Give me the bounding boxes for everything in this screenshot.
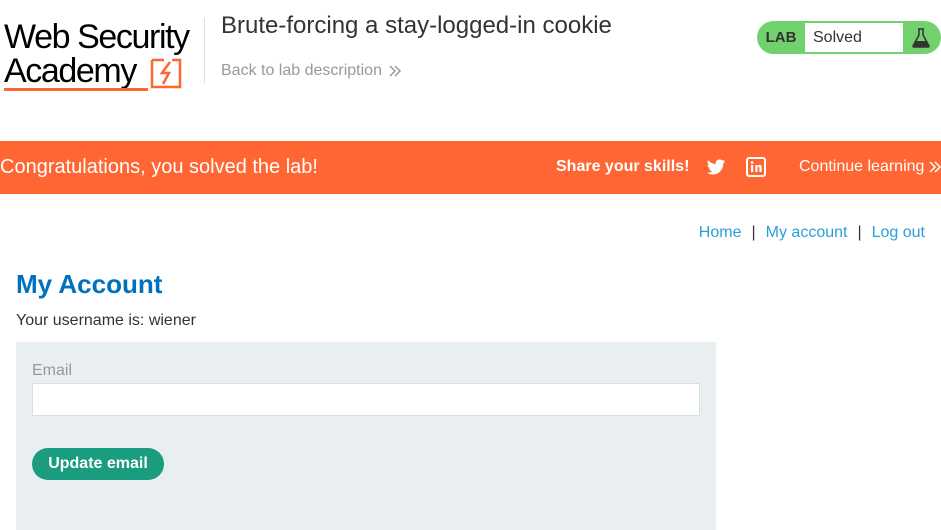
lab-status-widget: LAB Solved <box>757 21 941 54</box>
lab-title: Brute-forcing a stay-logged-in cookie <box>221 12 612 39</box>
nav-separator: | <box>857 224 862 241</box>
lab-badge: LAB <box>765 29 797 46</box>
share-skills-label: Share your skills! <box>556 158 690 175</box>
email-label: Email <box>32 362 73 379</box>
logo-line2: Academy <box>4 52 137 90</box>
solved-banner: Congratulations, you solved the lab! Sha… <box>0 141 941 194</box>
page-title: My Account <box>16 269 163 299</box>
account-nav: Home | My account | Log out <box>699 224 925 242</box>
site-header: Web Security Academy Brute-forcing a sta… <box>0 0 941 141</box>
lab-status-text: Solved <box>805 23 903 52</box>
back-link-label: Back to lab description <box>221 62 382 79</box>
double-chevron-right-icon <box>389 65 402 77</box>
nav-separator: | <box>751 224 756 241</box>
email-field[interactable] <box>32 383 700 416</box>
username-text: Your username is: wiener <box>16 312 196 329</box>
continue-learning-link[interactable]: Continue learning <box>799 158 941 176</box>
logo-underline <box>4 88 148 91</box>
update-email-form: Email Update email <box>16 342 716 530</box>
academy-bolt-icon <box>150 58 182 89</box>
back-to-lab-description-link[interactable]: Back to lab description <box>221 62 402 80</box>
double-chevron-right-icon <box>929 161 941 173</box>
nav-home-link[interactable]: Home <box>699 224 742 242</box>
twitter-icon[interactable] <box>706 157 726 177</box>
nav-my-account-link[interactable]: My account <box>766 224 848 242</box>
logo-line1: Web Security <box>4 18 190 56</box>
web-security-academy-logo[interactable]: Web Security Academy <box>4 18 200 94</box>
congratulations-message: Congratulations, you solved the lab! <box>0 156 318 178</box>
flask-icon <box>903 21 939 54</box>
update-email-button[interactable]: Update email <box>32 448 164 480</box>
nav-logout-link[interactable]: Log out <box>872 224 925 242</box>
continue-learning-label: Continue learning <box>799 158 925 175</box>
header-divider <box>204 18 205 84</box>
linkedin-icon[interactable] <box>746 157 766 177</box>
